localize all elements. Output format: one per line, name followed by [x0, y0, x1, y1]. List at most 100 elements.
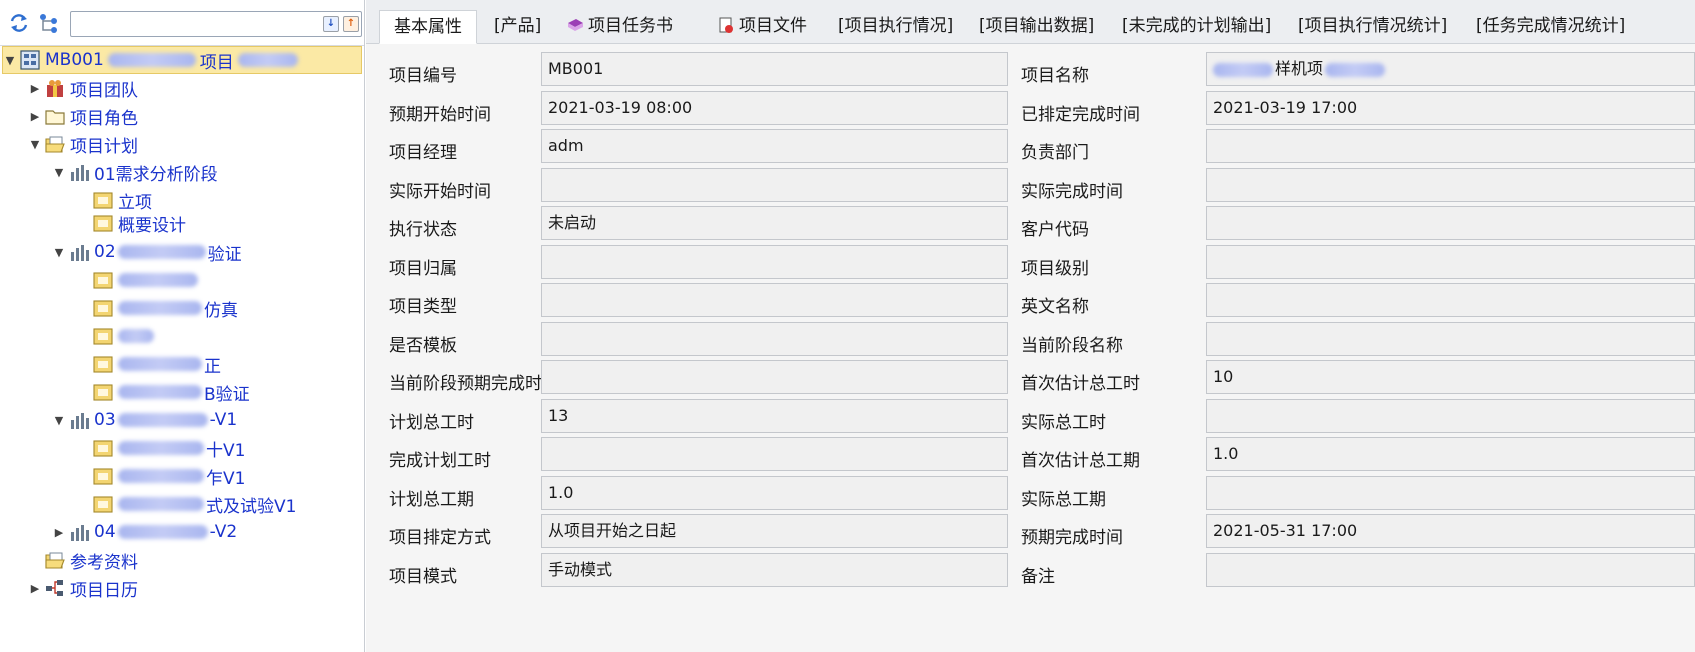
tab-label: [项目执行情况]	[838, 16, 954, 36]
expected-finish-time-label: 预期完成时间	[1021, 528, 1123, 548]
form-row: 项目模式 手动模式 备注	[366, 552, 1695, 594]
tree-node-task[interactable]: 正	[90, 350, 221, 378]
scheduling-method-label: 项目排定方式	[389, 528, 491, 548]
actual-finish-time-field[interactable]	[1206, 167, 1695, 202]
tree-node-task[interactable]: 十V1	[90, 434, 245, 462]
planned-hours-field[interactable]: 13	[541, 398, 1008, 433]
redacted-text	[1325, 62, 1386, 77]
project-type-field[interactable]	[541, 283, 1008, 317]
tab-basic-properties[interactable]: 基本属性	[379, 10, 477, 44]
tree-node-task[interactable]: 仿真	[90, 294, 238, 322]
team-icon	[47, 80, 63, 97]
tree-node-label: 立项	[118, 192, 152, 213]
responsible-department-field[interactable]	[1206, 129, 1695, 163]
tree-node-reference[interactable]: 参考资料	[42, 546, 138, 574]
tree-search-input[interactable]: ↓ ↑	[70, 11, 362, 37]
expanded-arrow-icon[interactable]: ▼	[3, 54, 17, 67]
redacted-text	[118, 301, 202, 315]
form-row: 项目归属 项目级别	[366, 244, 1695, 286]
tab-label: 项目任务书	[588, 16, 673, 36]
tree-node-plan[interactable]: ▼ 项目计划	[28, 130, 138, 158]
tree-node-phase-1[interactable]: ▼ 01需求分析阶段	[52, 158, 218, 186]
task-icon	[93, 468, 113, 485]
tab-output-data[interactable]: [项目输出数据]	[975, 10, 1098, 44]
actual-start-time-field[interactable]	[541, 167, 1008, 202]
redacted-text	[118, 469, 204, 483]
first-estimated-duration-label: 首次估计总工期	[1021, 451, 1140, 471]
detail-panel: 基本属性 [产品] 项目任务书 项目文件 [项目执行情况] [项目输出数据] […	[366, 0, 1695, 652]
expanded-arrow-icon[interactable]: ▼	[52, 414, 66, 427]
is-template-field[interactable]	[541, 321, 1008, 356]
project-level-field[interactable]	[1206, 244, 1695, 279]
tree-node-label: -V2	[209, 522, 238, 542]
hierarchy-icon[interactable]	[38, 12, 60, 34]
tree-node-phase-4[interactable]: ▶ 04 -V2	[52, 518, 237, 546]
actual-finish-time-label: 实际完成时间	[1021, 181, 1123, 202]
customer-code-field[interactable]	[1206, 206, 1695, 240]
scheduling-method-field[interactable]: 从项目开始之日起	[541, 514, 1008, 548]
tree-node-label: 项目计划	[70, 136, 138, 157]
project-ownership-field[interactable]	[541, 244, 1008, 279]
current-phase-name-field[interactable]	[1206, 321, 1695, 356]
project-mode-field[interactable]: 手动模式	[541, 552, 1008, 587]
execution-status-field[interactable]: 未启动	[541, 206, 1008, 240]
tree-node-phase-3[interactable]: ▼ 03 -V1	[52, 406, 237, 434]
phase-chart-icon	[71, 413, 89, 429]
tab-label: 基本属性	[394, 17, 462, 37]
tree-node-label: -V1	[209, 410, 238, 430]
actual-duration-field[interactable]	[1206, 475, 1695, 510]
collapsed-arrow-icon[interactable]: ▶	[28, 582, 42, 595]
tree-node-task[interactable]: 式及试验V1	[90, 490, 296, 518]
expanded-arrow-icon[interactable]: ▼	[52, 246, 66, 259]
expected-finish-time-field[interactable]: 2021-05-31 17:00	[1206, 514, 1695, 548]
tab-task-statistics[interactable]: [任务完成情况统计]	[1472, 10, 1629, 44]
project-number-field[interactable]: MB001	[541, 52, 1008, 86]
expanded-arrow-icon[interactable]: ▼	[52, 166, 66, 179]
tab-execution-status[interactable]: [项目执行情况]	[834, 10, 957, 44]
tree-node-task[interactable]: B验证	[90, 378, 250, 406]
tree-node-task[interactable]: 概要设计	[90, 212, 186, 234]
first-estimated-duration-field[interactable]: 1.0	[1206, 437, 1695, 471]
phase-chart-icon	[71, 165, 89, 181]
actual-hours-field[interactable]	[1206, 398, 1695, 433]
collapsed-arrow-icon[interactable]: ▶	[28, 82, 42, 95]
form-row: 计划总工期 1.0 实际总工期	[366, 475, 1695, 517]
completed-plan-hours-field[interactable]	[541, 437, 1008, 471]
tab-project-files[interactable]: 项目文件	[713, 10, 811, 44]
tab-product[interactable]: [产品]	[490, 10, 545, 44]
expected-start-time-field[interactable]: 2021-03-19 08:00	[541, 90, 1008, 125]
tree-node-label: MB001	[45, 50, 104, 70]
tree-node-task[interactable]	[90, 266, 198, 294]
scheduled-finish-time-field[interactable]: 2021-03-19 17:00	[1206, 90, 1695, 125]
app-window: ↓ ↑ ▼ MB001 项目 ▶ 项目团队 ▶ 项目角色 ▼ 项目计划 ▼ 01…	[0, 0, 1695, 652]
tree-node-task[interactable]: 乍V1	[90, 462, 245, 490]
english-name-field[interactable]	[1206, 283, 1695, 317]
tab-project-charter[interactable]: 项目任务书	[562, 10, 677, 44]
tree-node-calendar[interactable]: ▶ 项目日历	[28, 574, 138, 602]
tab-unfinished-outputs[interactable]: [未完成的计划输出]	[1118, 10, 1275, 44]
tree-node-task[interactable]: 立项	[90, 186, 152, 214]
expanded-arrow-icon[interactable]: ▼	[28, 138, 42, 151]
tree-node-team[interactable]: ▶ 项目团队	[28, 74, 138, 102]
collapsed-arrow-icon[interactable]: ▶	[28, 110, 42, 123]
remarks-field[interactable]	[1206, 552, 1695, 587]
tree-node-label: 项目日历	[70, 580, 138, 601]
phase-expected-finish-field[interactable]	[541, 360, 1008, 394]
tree-node-task[interactable]	[90, 322, 154, 350]
planned-duration-field[interactable]: 1.0	[541, 475, 1008, 510]
search-up-icon[interactable]: ↑	[343, 16, 359, 32]
tree-node-label: 正	[204, 356, 221, 377]
project-mode-label: 项目模式	[389, 566, 457, 587]
expected-start-time-label: 预期开始时间	[389, 104, 491, 125]
tree-node-roles[interactable]: ▶ 项目角色	[28, 102, 138, 130]
project-name-field[interactable]: 样机项	[1206, 52, 1695, 86]
tree-node-root[interactable]: ▼ MB001 项目	[2, 46, 362, 74]
tab-execution-statistics[interactable]: [项目执行情况统计]	[1294, 10, 1451, 44]
redacted-text	[118, 441, 204, 455]
first-estimated-hours-field[interactable]: 10	[1206, 360, 1695, 394]
search-down-icon[interactable]: ↓	[323, 16, 339, 32]
collapsed-arrow-icon[interactable]: ▶	[52, 526, 66, 539]
refresh-icon[interactable]	[8, 12, 30, 34]
tree-node-phase-2[interactable]: ▼ 02 验证	[52, 238, 242, 266]
project-manager-field[interactable]: adm	[541, 129, 1008, 163]
